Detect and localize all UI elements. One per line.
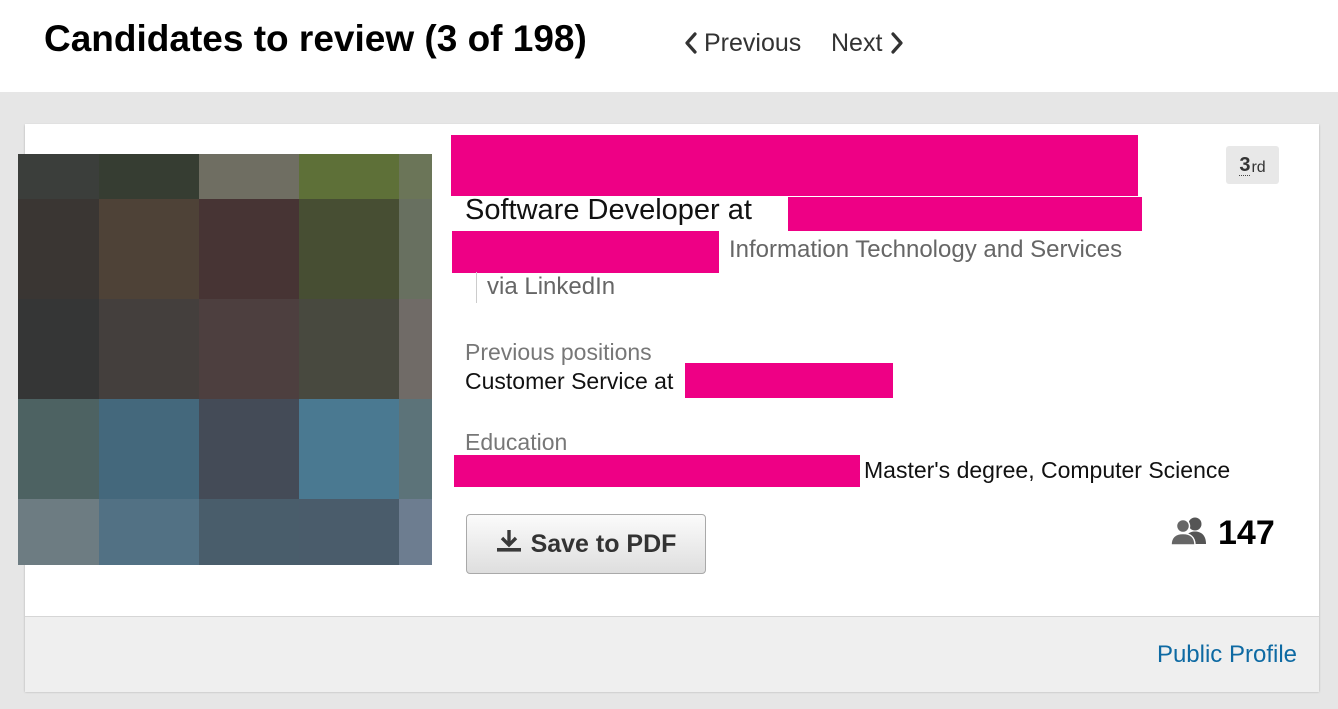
page-title: Candidates to review (3 of 198) (44, 18, 587, 59)
previous-positions-label: Previous positions (465, 339, 652, 365)
next-label: Next (831, 29, 883, 57)
photo-pixel (299, 499, 399, 565)
next-button[interactable]: Next (831, 27, 904, 59)
photo-pixel (299, 399, 399, 499)
photo-pixel (18, 199, 99, 299)
page-header: Candidates to review (3 of 198) Previous… (0, 0, 1338, 92)
redacted-location (452, 231, 719, 273)
photo-pixel (299, 299, 399, 399)
chevron-left-icon (684, 32, 704, 54)
photo-pixel (99, 399, 199, 499)
save-to-pdf-label: Save to PDF (530, 529, 677, 558)
chevron-right-icon (882, 32, 904, 54)
photo-pixel (299, 199, 399, 299)
photo-pixel (399, 199, 432, 299)
previous-position-value: Customer Service at (465, 368, 674, 394)
photo-pixel (99, 499, 199, 565)
photo-pixel (18, 299, 99, 399)
photo-pixel (18, 154, 99, 199)
photo-pixel (399, 299, 432, 399)
redacted-name (451, 135, 1138, 196)
photo-pixel (399, 399, 432, 499)
photo-pixel (399, 499, 432, 565)
connection-degree-badge: 3rd (1226, 146, 1279, 184)
photo-pixel (99, 199, 199, 299)
connections-count: 147 (1170, 512, 1275, 554)
photo-pixel (199, 154, 299, 199)
people-icon (1170, 516, 1218, 551)
save-to-pdf-button[interactable]: Save to PDF (466, 514, 706, 574)
photo-pixel (18, 399, 99, 499)
candidate-industry: Information Technology and Services (729, 236, 1123, 263)
candidate-review-page: Candidates to review (3 of 198) Previous… (0, 0, 1338, 709)
previous-label: Previous (704, 29, 802, 57)
candidate-photo (18, 154, 432, 565)
photo-pixel (99, 299, 199, 399)
candidate-card: 3rd Software Developer at Information Te… (18, 124, 1319, 692)
public-profile-link[interactable]: Public Profile (1157, 640, 1297, 670)
photo-pixel (199, 199, 299, 299)
photo-pixel (199, 299, 299, 399)
redacted-school (454, 455, 860, 487)
source-divider (476, 272, 477, 303)
candidate-headline: Software Developer at (465, 194, 752, 226)
redacted-previous-company (685, 363, 893, 398)
previous-button[interactable]: Previous (684, 27, 801, 59)
photo-pixel (99, 154, 199, 199)
photo-pixel (18, 499, 99, 565)
connection-degree: 3 (1239, 153, 1251, 176)
candidate-source: via LinkedIn (487, 273, 616, 300)
photo-pixel (199, 499, 299, 565)
connections-number: 147 (1218, 514, 1275, 552)
education-label: Education (465, 429, 568, 455)
photo-pixel (399, 154, 432, 199)
education-value: Master's degree, Computer Science (864, 457, 1231, 483)
card-footer: Public Profile (25, 616, 1319, 692)
download-icon (496, 528, 531, 561)
photo-pixel (299, 154, 399, 199)
connection-degree-suffix: rd (1251, 159, 1266, 176)
redacted-current-company (788, 197, 1142, 231)
photo-pixel (199, 399, 299, 499)
